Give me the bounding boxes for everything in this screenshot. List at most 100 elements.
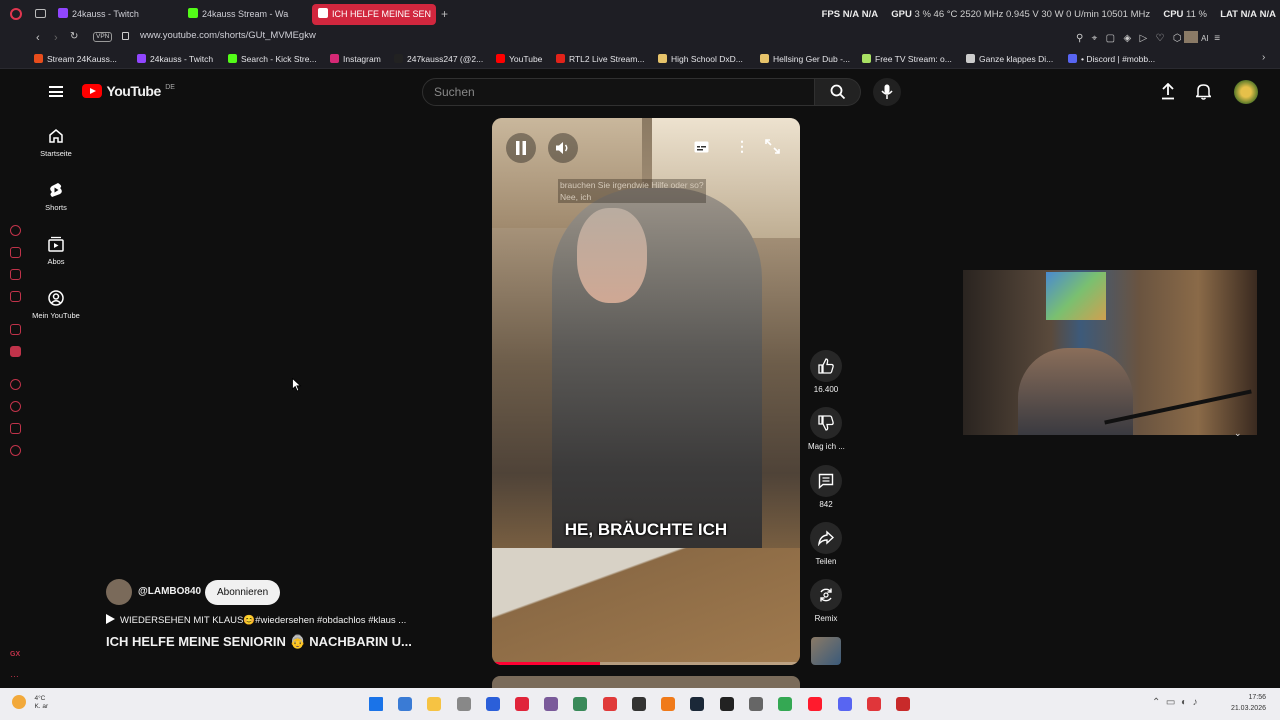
forward-icon[interactable]: › [54,32,58,44]
channel-avatar[interactable] [106,579,132,605]
video-title[interactable]: ICH HELFE MEINE SENIORIN 👵 NACHBARIN U..… [106,634,412,650]
tab-kick[interactable]: 24kauss Stream - Wa [188,4,303,25]
search-button[interactable] [815,78,861,106]
profile-icon[interactable] [1184,31,1199,43]
epic-icon[interactable] [720,697,734,711]
extensions-icon[interactable]: ⬡ [1173,33,1182,44]
collapse-icon[interactable]: ⌄ [1234,428,1242,439]
tray-icons[interactable]: ⌃ ▭ ◐ ♪ [1152,697,1198,708]
url-field[interactable]: www.youtube.com/shorts/GUt_MVMEgkw [140,29,316,43]
pin-icon[interactable]: ⌖ [1092,33,1098,44]
app-red-icon[interactable] [867,697,881,711]
new-tab-button[interactable]: + [441,7,448,21]
shorts-video-player[interactable]: ⋮ brauchen Sie irgendwie Hilfe oder so? … [492,118,800,665]
bookmark-item[interactable]: RTL2 Live Stream... [556,51,644,67]
tab-overview-icon[interactable] [35,9,46,18]
vscode-icon[interactable] [486,697,500,711]
weather-widget[interactable]: 4°C K. ar [12,695,48,713]
bookmarks-overflow-icon[interactable]: › [1262,52,1265,63]
bookmark-item[interactable]: 24kauss - Twitch [137,51,213,67]
bookmark-item[interactable]: • Discord | #mobb... [1068,51,1155,67]
channel-name[interactable]: @LAMBO840 [138,586,201,597]
bookmark-item[interactable]: Hellsing Ger Dub -... [760,51,850,67]
shield-icon[interactable]: ◈ [1123,33,1131,44]
opera-gx-taskbar-icon[interactable] [808,697,822,711]
gx-icon[interactable]: GX [10,651,20,658]
nav-item-subscriptions[interactable]: Abos [30,236,82,266]
steam-icon[interactable] [690,697,704,711]
bookmark-item[interactable]: High School DxD... [658,51,743,67]
heart-icon[interactable]: ♡ [1156,33,1165,44]
app-icon[interactable] [573,697,587,711]
fullscreen-button[interactable] [765,139,780,154]
volume-button[interactable] [548,133,578,163]
zoom-icon[interactable]: ⚲ [1076,33,1083,44]
obs-icon[interactable] [632,697,646,711]
pause-button[interactable] [506,133,536,163]
discord-icon[interactable] [838,697,852,711]
settings-icon[interactable] [10,445,21,456]
back-icon[interactable]: ‹ [36,32,40,44]
hamburger-menu-icon[interactable] [49,86,63,97]
search-input[interactable]: Suchen [422,78,815,106]
snapshot-icon[interactable]: ▢ [1106,33,1115,44]
system-clock[interactable]: 17:56 21.03.2026 [1231,692,1266,714]
more-options-button[interactable]: ⋮ [735,139,749,153]
notifications-button[interactable] [1196,83,1211,100]
dislike-action[interactable]: Mag ich ... [808,407,845,451]
nav-item-home[interactable]: Startseite [30,128,82,158]
bookmark-item[interactable]: Stream 24Kauss... [34,51,117,67]
captions-button[interactable] [694,141,709,153]
chrome-icon[interactable] [778,697,792,711]
reload-icon[interactable]: ↻ [70,31,78,42]
nav-item-shorts[interactable]: Shorts [30,182,82,212]
bookmark-item[interactable]: YouTube [496,51,542,67]
record-icon[interactable] [603,697,617,711]
video-progress-bar[interactable] [492,662,800,665]
vpn-badge[interactable]: VPN [93,32,113,42]
start-icon[interactable] [369,697,383,711]
file-explorer-icon[interactable] [427,697,441,711]
music-icon[interactable] [10,291,21,302]
voice-search-button[interactable] [873,78,901,106]
player-icon[interactable] [10,379,21,390]
bookmark-item[interactable]: 247kauss247 (@2... [394,51,483,67]
origin-icon[interactable] [661,697,675,711]
bookmark-item[interactable]: Ganze klappes Di... [966,51,1053,67]
youtube-sidebar-icon[interactable] [10,346,21,357]
video-description[interactable]: WIEDERSEHEN MIT KLAUS😊#wiedersehen #obda… [106,614,406,626]
subscribe-button[interactable]: Abonnieren [205,580,281,605]
chat-icon[interactable] [10,269,21,280]
aria-ai-button[interactable]: AI [1201,34,1209,43]
nav-item-you[interactable]: Mein YouTube [30,290,82,320]
tab-youtube-active[interactable]: ICH HELFE MEINE SEN [312,4,436,25]
browser-menu-icon[interactable]: ≡ [1214,33,1220,44]
bookmark-item[interactable]: Instagram [330,51,381,67]
sound-thumbnail[interactable] [811,637,841,665]
tab-twitch[interactable]: 24kauss - Twitch [58,4,178,25]
comments-action[interactable]: 842 [808,465,844,509]
settings-icon[interactable] [749,697,763,711]
mouse-app-icon[interactable] [457,697,471,711]
extensions-sidebar-icon[interactable] [10,423,21,434]
more-icon[interactable]: … [10,669,19,679]
play-icon[interactable]: ▷ [1140,33,1148,44]
account-avatar[interactable] [1234,80,1258,104]
history-icon[interactable] [10,401,21,412]
bookmark-item[interactable]: Search - Kick Stre... [228,51,317,67]
bookmark-item[interactable]: Free TV Stream: o... [862,51,952,67]
aria-icon[interactable] [10,247,21,258]
app-red2-icon[interactable] [896,697,910,711]
opera-menu-icon[interactable] [10,8,22,20]
messenger-icon[interactable] [10,225,21,236]
comments-button[interactable] [810,465,842,497]
like-action[interactable]: 16.400 [808,350,844,394]
calculator-icon[interactable] [398,697,412,711]
remix-action[interactable]: Remix [808,579,844,623]
winrar-icon[interactable] [544,697,558,711]
opera-taskbar-icon[interactable] [515,697,529,711]
share-button[interactable] [810,522,842,554]
dislike-button[interactable] [810,407,842,439]
twitch-sidebar-icon[interactable] [10,324,21,335]
youtube-logo[interactable]: YouTube DE [82,83,175,101]
